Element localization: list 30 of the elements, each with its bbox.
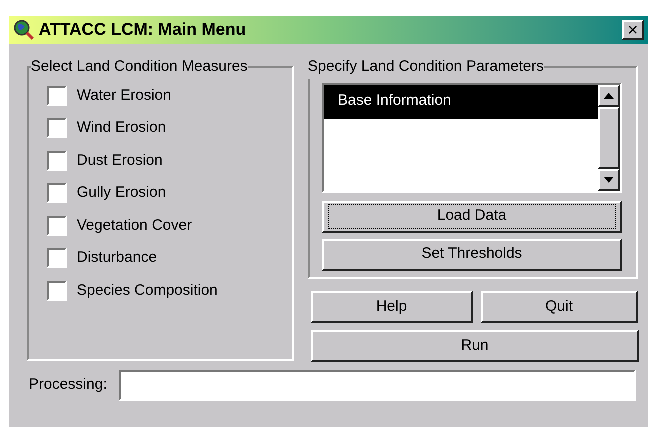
checkbox[interactable] xyxy=(47,183,67,204)
checkbox[interactable] xyxy=(47,248,67,268)
quit-button[interactable]: Quit xyxy=(480,291,638,323)
checkbox[interactable] xyxy=(47,118,67,138)
processing-field[interactable] xyxy=(119,370,636,401)
globe-magnifier-icon xyxy=(13,19,35,41)
run-button[interactable]: Run xyxy=(311,330,639,362)
checkbox-label: Water Erosion xyxy=(77,86,172,106)
action-button[interactable]: Load Data xyxy=(322,200,622,232)
checkbox-label: Wind Erosion xyxy=(77,118,166,138)
help-button[interactable]: Help xyxy=(311,291,472,323)
action-button[interactable]: Set Thresholds xyxy=(322,238,622,270)
list-item[interactable]: Base Information xyxy=(324,84,598,118)
group-title: Specify Land Condition Parameters xyxy=(308,57,544,77)
checkbox[interactable] xyxy=(47,150,67,171)
checkbox-label: Gully Erosion xyxy=(77,183,166,203)
group-title: Select Land Condition Measures xyxy=(31,57,248,77)
checkbox-label: Species Composition xyxy=(77,280,218,300)
checkbox-label: Vegetation Cover xyxy=(77,216,192,236)
window-title: ATTACC LCM: Main Menu xyxy=(39,19,246,42)
checkbox[interactable] xyxy=(47,216,67,236)
checkbox-label: Disturbance xyxy=(77,248,158,268)
checkbox-label: Dust Erosion xyxy=(77,150,163,170)
scrollbar[interactable] xyxy=(598,84,620,190)
up-arrow-icon xyxy=(604,92,614,98)
processing-label: Processing: xyxy=(29,375,108,396)
down-arrow-icon xyxy=(604,176,614,182)
checkbox[interactable] xyxy=(47,280,67,301)
checkbox[interactable] xyxy=(47,86,67,106)
close-button[interactable]: × xyxy=(622,20,644,40)
